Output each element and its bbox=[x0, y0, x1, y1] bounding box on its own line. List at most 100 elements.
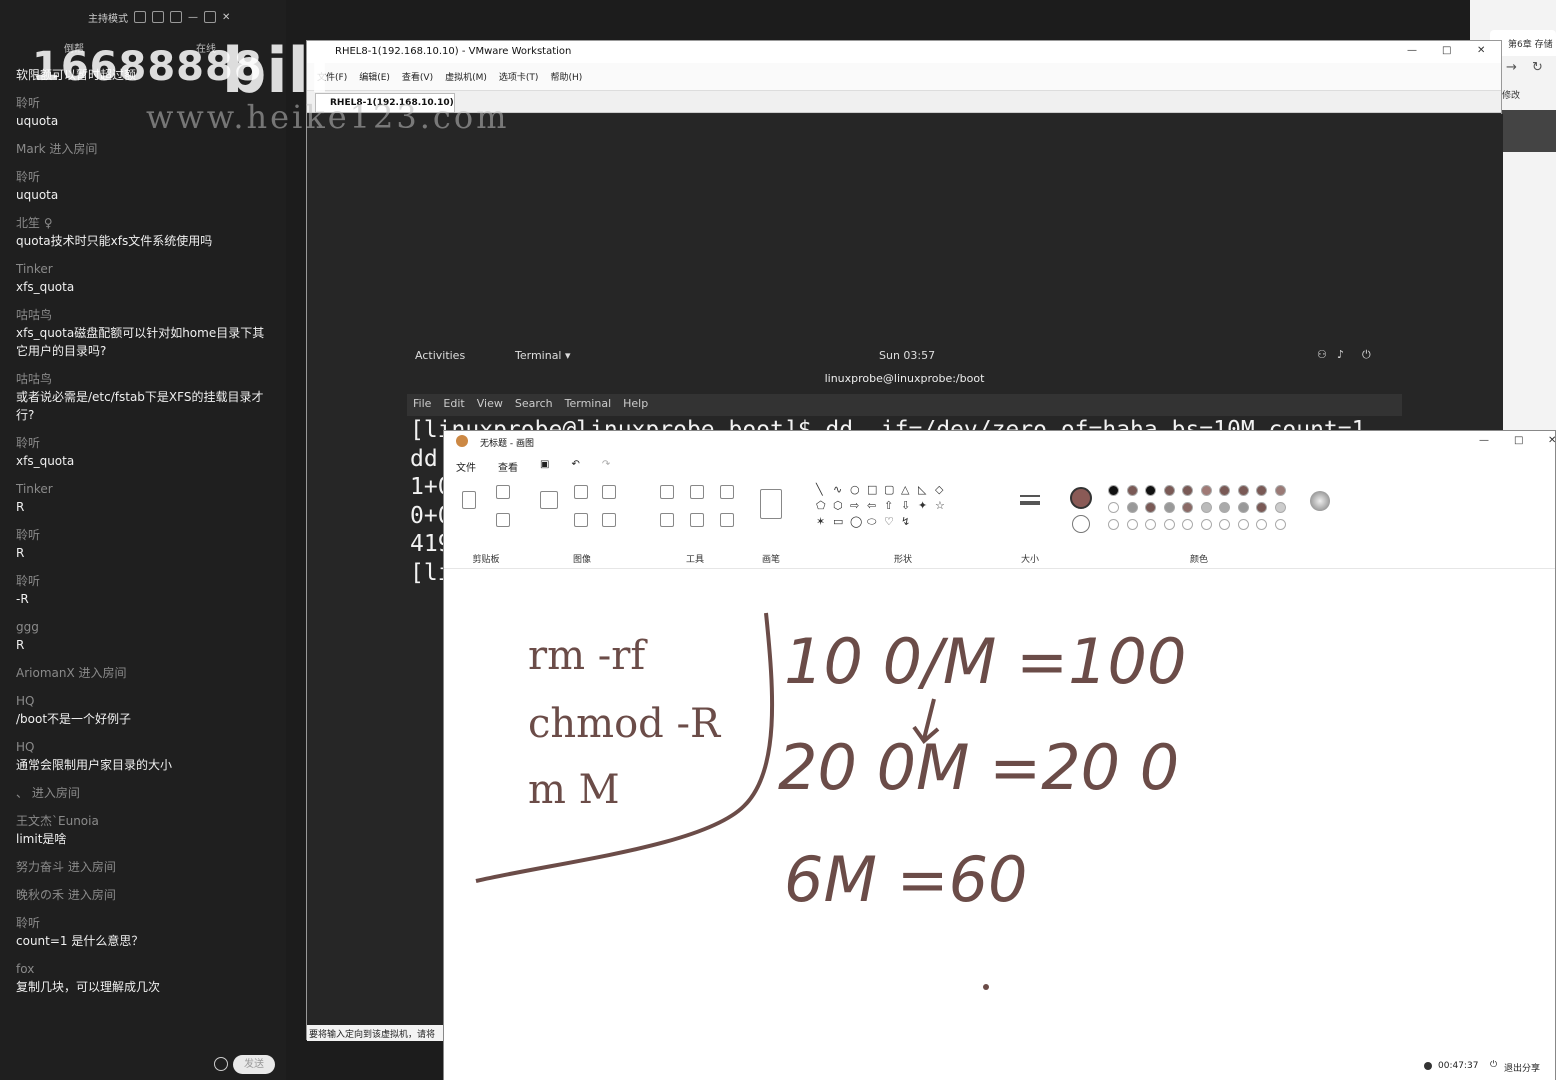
palette-swatch[interactable] bbox=[1237, 485, 1249, 496]
terminal-menu-item[interactable]: Help bbox=[623, 397, 648, 413]
palette-swatch[interactable] bbox=[1219, 485, 1230, 496]
palette-swatch[interactable] bbox=[1126, 502, 1138, 513]
palette-swatch[interactable] bbox=[1256, 502, 1267, 513]
shape-icon[interactable]: ⇦ bbox=[867, 499, 876, 512]
palette-swatch[interactable] bbox=[1126, 485, 1138, 496]
minimize-button[interactable]: — bbox=[188, 12, 198, 23]
shape-icon[interactable]: ⇩ bbox=[901, 499, 910, 512]
edit-label[interactable]: 修改 bbox=[1502, 88, 1520, 101]
palette-swatch[interactable] bbox=[1108, 485, 1119, 496]
menu-file[interactable]: 文件 bbox=[456, 459, 476, 479]
vm-menu-item[interactable]: 虚拟机(M) bbox=[445, 70, 487, 83]
shape-icon[interactable]: ∿ bbox=[833, 483, 842, 496]
shape-icon[interactable]: ▭ bbox=[833, 515, 843, 528]
message-author[interactable]: HQ bbox=[16, 738, 274, 756]
message-author[interactable]: 聆听 bbox=[16, 572, 274, 590]
shape-icon[interactable]: ☆ bbox=[935, 499, 945, 512]
shape-icon[interactable]: ◯ bbox=[850, 515, 862, 528]
rotate-icon[interactable] bbox=[602, 485, 616, 499]
palette-swatch[interactable] bbox=[1237, 502, 1249, 513]
shape-icon[interactable]: ✦ bbox=[918, 499, 927, 512]
message-author[interactable]: 咕咕鸟 bbox=[16, 370, 274, 388]
edit-colors-icon[interactable] bbox=[1310, 491, 1330, 511]
minimize-button[interactable]: — bbox=[1479, 435, 1489, 446]
shape-icon[interactable]: ⇧ bbox=[884, 499, 893, 512]
message-author[interactable]: 咕咕鸟 bbox=[16, 306, 274, 324]
message-author[interactable]: 、 进入房间 bbox=[16, 784, 274, 802]
palette-swatch[interactable] bbox=[1163, 485, 1175, 496]
cut-icon[interactable] bbox=[496, 485, 510, 499]
vm-menu-item[interactable]: 选项卡(T) bbox=[499, 70, 539, 83]
terminal-menu-item[interactable]: Terminal bbox=[565, 397, 612, 413]
power-icon[interactable]: ⏻ bbox=[1362, 348, 1371, 362]
palette-swatch[interactable] bbox=[1200, 519, 1212, 530]
shape-icon[interactable]: ⬭ bbox=[867, 515, 876, 529]
undo-icon[interactable]: ↶ bbox=[571, 459, 579, 479]
message-author[interactable]: AriomanX 进入房间 bbox=[16, 664, 274, 682]
palette-swatch[interactable] bbox=[1256, 519, 1267, 530]
vm-menu-item[interactable]: 帮助(H) bbox=[550, 70, 582, 83]
emoji-icon[interactable] bbox=[214, 1057, 228, 1071]
magnifier-icon[interactable] bbox=[720, 513, 734, 527]
clock[interactable]: Sun 03:57 bbox=[879, 349, 935, 362]
message-author[interactable]: 王文杰`Eunoia bbox=[16, 812, 274, 830]
palette-swatch[interactable] bbox=[1182, 502, 1193, 513]
terminal-menu-item[interactable]: File bbox=[413, 397, 431, 413]
color-picker-icon[interactable] bbox=[690, 513, 704, 527]
palette-swatch[interactable] bbox=[1145, 519, 1156, 530]
refresh-icon[interactable]: ↻ bbox=[1532, 60, 1543, 75]
message-author[interactable]: Tinker bbox=[16, 480, 274, 498]
pencil-icon[interactable] bbox=[660, 485, 674, 499]
palette-swatch[interactable] bbox=[1219, 519, 1230, 530]
activities-button[interactable]: Activities bbox=[415, 349, 465, 362]
fill-icon[interactable] bbox=[690, 485, 704, 499]
shape-icon[interactable]: ↯ bbox=[901, 515, 910, 528]
message-author[interactable]: 晚秋の禾 进入房间 bbox=[16, 886, 274, 904]
shape-icon[interactable]: ⬠ bbox=[816, 499, 826, 512]
message-author[interactable]: Tinker bbox=[16, 260, 274, 278]
shape-icon[interactable]: ⬡ bbox=[833, 499, 843, 512]
palette-swatch[interactable] bbox=[1145, 502, 1156, 513]
close-button[interactable]: ✕ bbox=[1548, 435, 1556, 446]
message-author[interactable]: 聆听 bbox=[16, 434, 274, 452]
brush-icon[interactable] bbox=[760, 489, 782, 519]
message-author[interactable]: HQ bbox=[16, 692, 274, 710]
maximize-button[interactable]: □ bbox=[1514, 435, 1523, 446]
paint-canvas[interactable]: rm -rf chmod -R m M 10 0/M =100 20 0M =2… bbox=[444, 571, 1555, 1056]
maximize-button[interactable]: □ bbox=[1442, 45, 1451, 56]
vm-menu-item[interactable]: 编辑(E) bbox=[359, 70, 390, 83]
power-icon[interactable]: ⏻ bbox=[1490, 1060, 1497, 1070]
redo-icon[interactable]: ↷ bbox=[602, 459, 610, 479]
settings-icon[interactable] bbox=[134, 11, 146, 23]
palette-swatch[interactable] bbox=[1237, 519, 1249, 530]
volume-icon[interactable]: ♪ bbox=[1337, 348, 1344, 361]
shape-icon[interactable]: ♡ bbox=[884, 515, 894, 528]
select-icon[interactable] bbox=[540, 491, 558, 509]
popout-icon[interactable] bbox=[152, 11, 164, 23]
shape-icon[interactable]: ╲ bbox=[816, 483, 823, 496]
shape-icon[interactable]: ▢ bbox=[884, 483, 894, 496]
crop-icon[interactable] bbox=[574, 485, 588, 499]
resize-icon[interactable] bbox=[574, 513, 588, 527]
palette-swatch[interactable] bbox=[1200, 485, 1212, 496]
terminal-menu-item[interactable]: Search bbox=[515, 397, 553, 413]
shape-icon[interactable]: ◺ bbox=[918, 483, 926, 496]
shape-icon[interactable]: ✶ bbox=[816, 515, 825, 528]
message-author[interactable]: 努力奋斗 进入房间 bbox=[16, 858, 274, 876]
shape-icon[interactable]: □ bbox=[867, 483, 877, 496]
terminal-app-menu[interactable]: Terminal ▾ bbox=[515, 349, 571, 362]
palette-swatch[interactable] bbox=[1256, 485, 1267, 496]
copy-icon[interactable] bbox=[496, 513, 510, 527]
menu-view[interactable]: 查看 bbox=[498, 459, 518, 479]
send-button[interactable]: 发送 bbox=[233, 1055, 275, 1074]
terminal-menu-item[interactable]: Edit bbox=[443, 397, 464, 413]
palette-swatch[interactable] bbox=[1182, 485, 1193, 496]
menu-icon[interactable] bbox=[170, 11, 182, 23]
shape-icon[interactable]: ○ bbox=[850, 483, 860, 496]
palette-swatch[interactable] bbox=[1200, 502, 1212, 513]
palette-swatch[interactable] bbox=[1219, 502, 1230, 513]
minimize-button[interactable]: — bbox=[1407, 45, 1417, 56]
forward-icon[interactable]: → bbox=[1506, 60, 1517, 75]
maximize-button[interactable] bbox=[204, 11, 216, 23]
palette-swatch[interactable] bbox=[1274, 519, 1286, 530]
